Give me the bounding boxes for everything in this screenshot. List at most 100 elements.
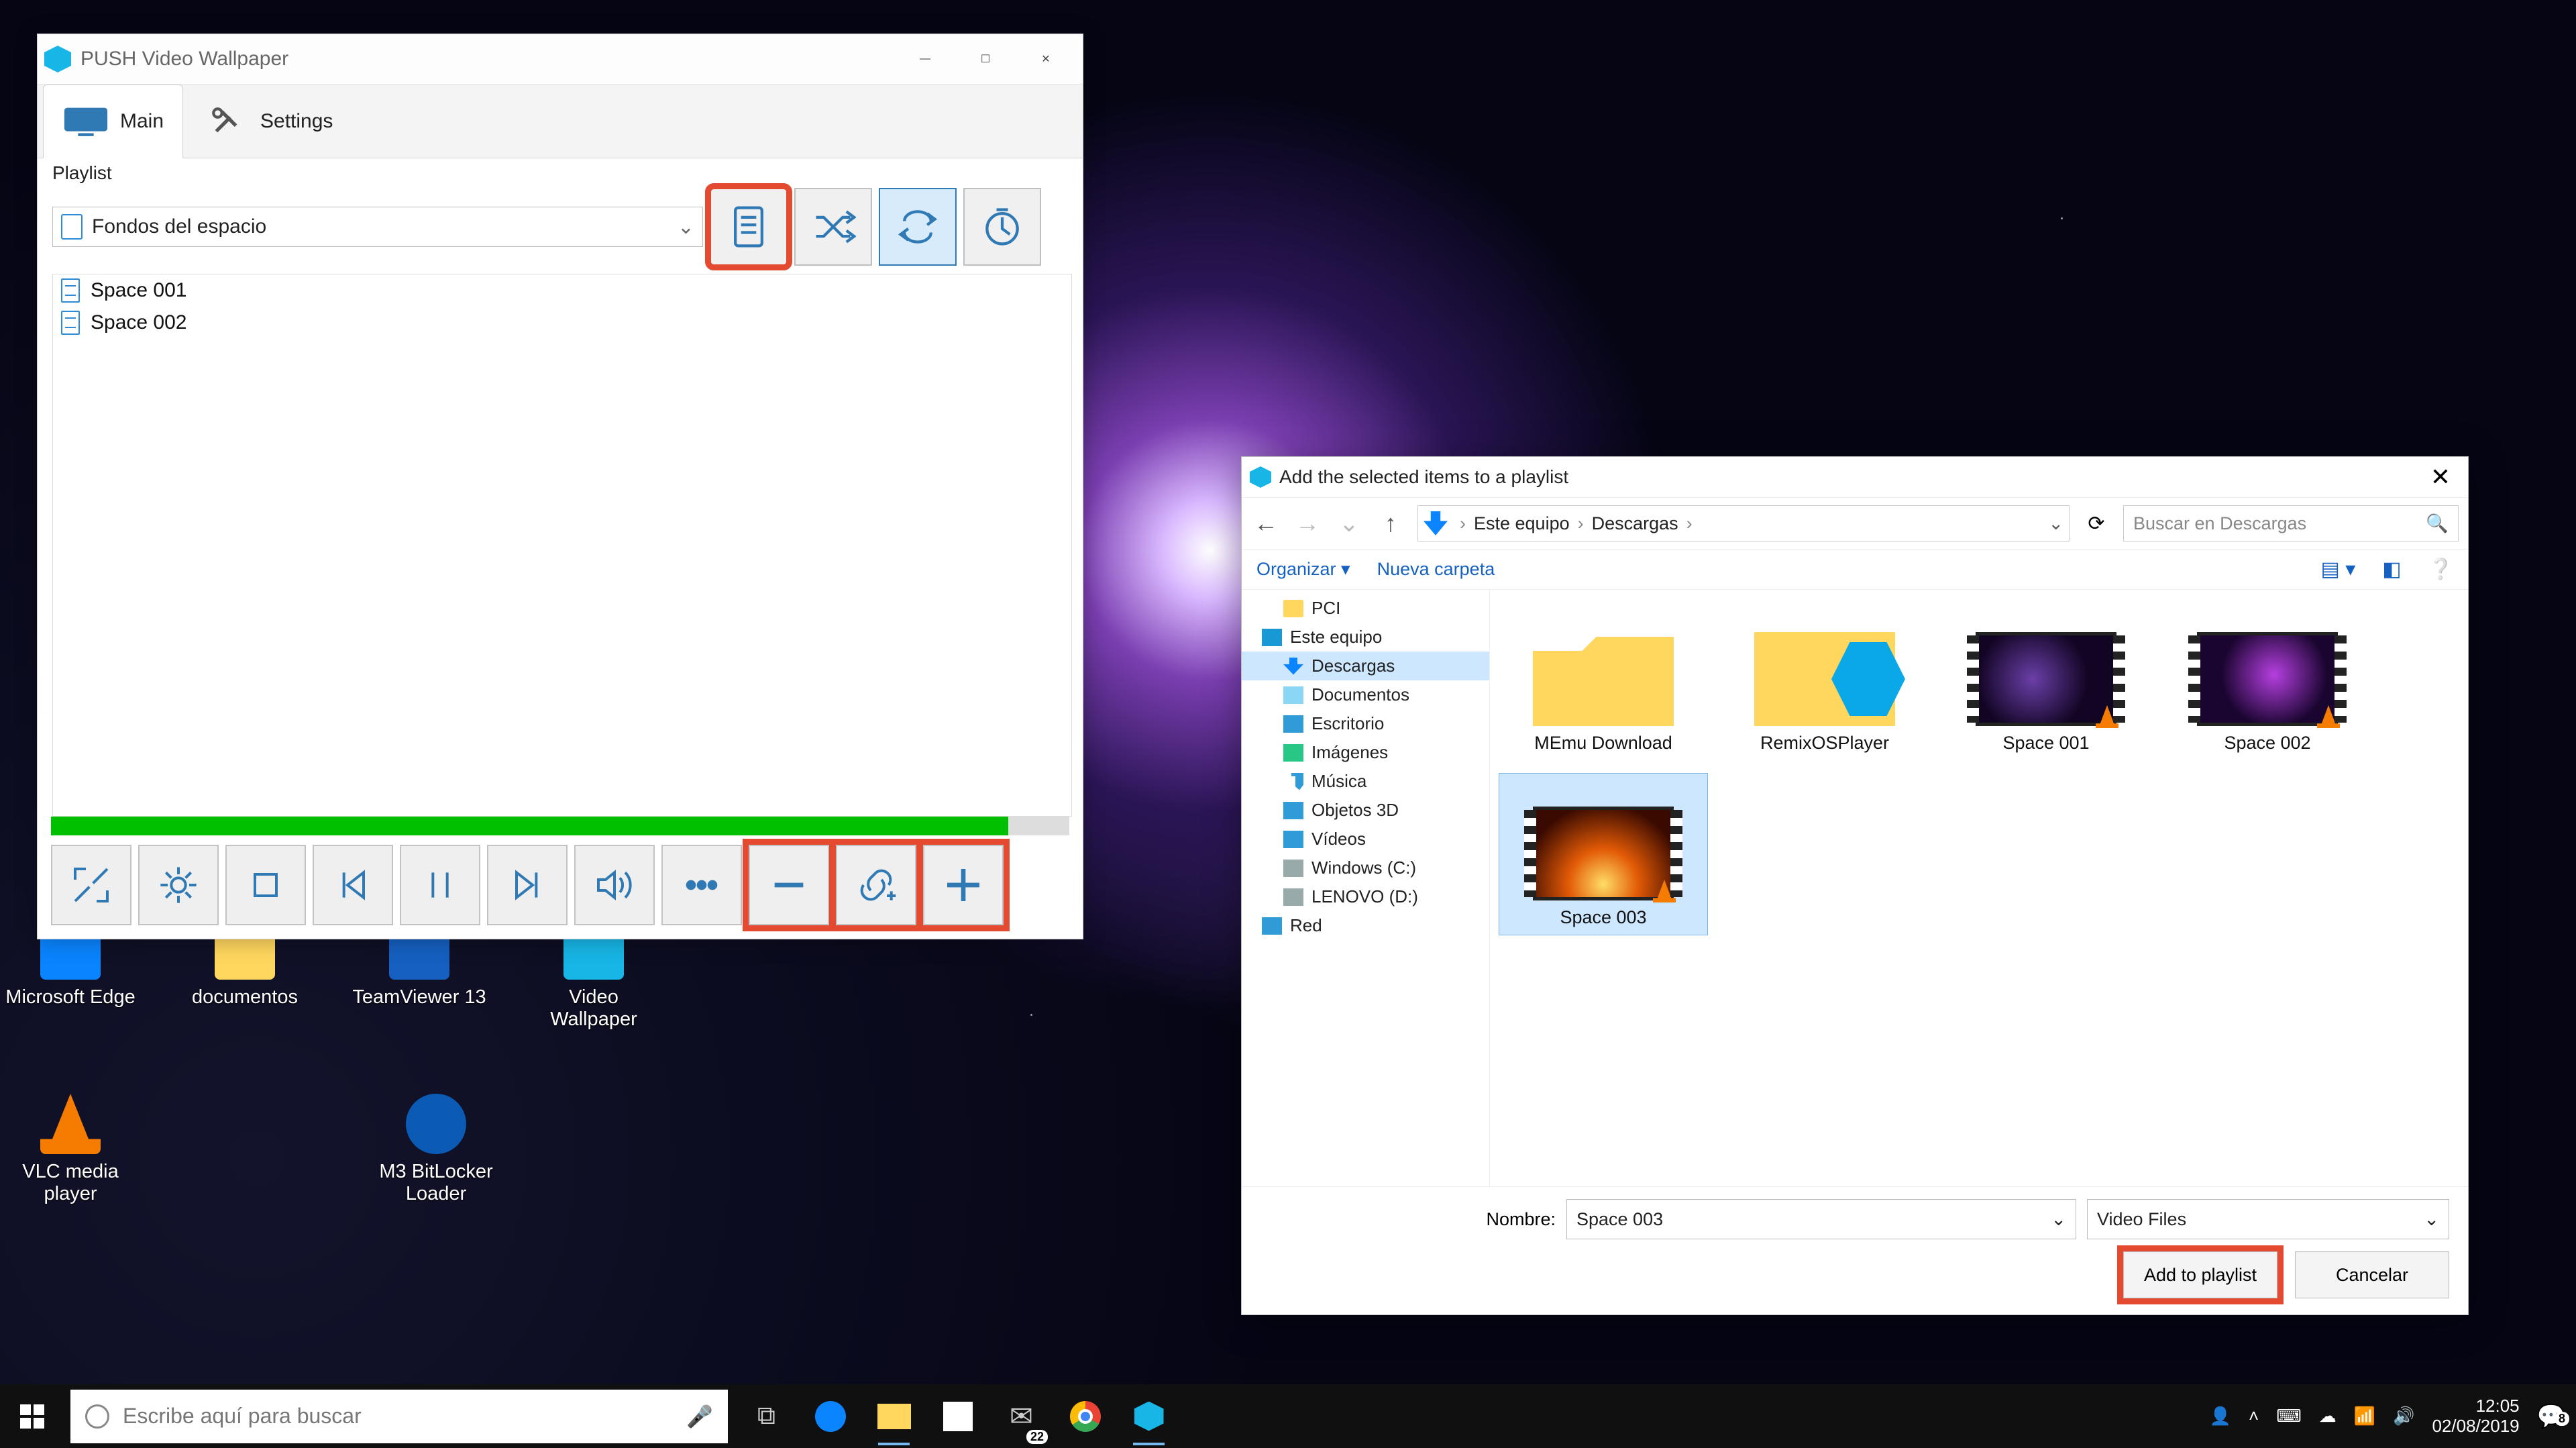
- shuffle-button[interactable]: [794, 188, 872, 266]
- chevron-down-icon: ⌄: [678, 215, 694, 239]
- cancel-button[interactable]: Cancelar: [2295, 1251, 2449, 1298]
- net-icon: [1262, 917, 1282, 935]
- add-file-button[interactable]: [923, 845, 1004, 925]
- up-button[interactable]: ↑: [1376, 509, 1405, 537]
- preview-pane-button[interactable]: ◧: [2382, 558, 2401, 581]
- add-url-button[interactable]: [836, 845, 916, 925]
- close-button[interactable]: ✕: [1016, 41, 1076, 78]
- help-button[interactable]: ❔: [2428, 558, 2453, 581]
- tray-people-icon[interactable]: 👤: [2210, 1406, 2231, 1427]
- search-input[interactable]: Buscar en Descargas 🔍: [2123, 505, 2459, 541]
- more-button[interactable]: [661, 845, 742, 925]
- tree-node[interactable]: Red: [1242, 911, 1489, 940]
- taskbar-clock[interactable]: 12:05 02/08/2019: [2432, 1396, 2520, 1437]
- file-item[interactable]: RemixOSPlayer: [1721, 599, 1929, 760]
- folder-tree[interactable]: PCIEste equipoDescargasDocumentosEscrito…: [1242, 590, 1490, 1186]
- playlist-manage-button[interactable]: [710, 188, 788, 266]
- tree-node[interactable]: Imágenes: [1242, 738, 1489, 767]
- list-item[interactable]: Space 002: [53, 307, 1071, 339]
- tools-icon: [203, 105, 250, 138]
- mic-icon[interactable]: 🎤: [686, 1404, 713, 1429]
- maximize-button[interactable]: ☐: [955, 41, 1016, 78]
- taskbar-edge[interactable]: [798, 1384, 862, 1448]
- new-folder-button[interactable]: Nueva carpeta: [1377, 559, 1495, 580]
- view-mode-button[interactable]: ▤ ▾: [2321, 558, 2356, 581]
- timer-button[interactable]: [963, 188, 1041, 266]
- add-to-playlist-button[interactable]: Add to playlist: [2123, 1251, 2277, 1298]
- tray-volume-icon[interactable]: 🔊: [2393, 1406, 2414, 1427]
- file-grid[interactable]: MEmu DownloadRemixOSPlayerSpace 001Space…: [1490, 590, 2468, 1186]
- video-thumbnail: [1976, 632, 2116, 726]
- repeat-button[interactable]: [879, 188, 957, 266]
- tray-keyboard-icon[interactable]: ⌨: [2276, 1406, 2302, 1427]
- tree-node[interactable]: Descargas: [1242, 652, 1489, 680]
- tab-settings[interactable]: Settings: [183, 85, 352, 158]
- dialog-titlebar[interactable]: Add the selected items to a playlist ✕: [1242, 457, 2468, 497]
- filename-label: Nombre:: [1260, 1209, 1556, 1230]
- close-button[interactable]: ✕: [2421, 463, 2460, 491]
- fullscreen-button[interactable]: [51, 845, 131, 925]
- settings-button[interactable]: [138, 845, 219, 925]
- desktop-icon-m3bitlocker[interactable]: M3 BitLocker Loader: [349, 1094, 523, 1205]
- track-list[interactable]: Space 001 Space 002: [52, 274, 1072, 817]
- filename-input[interactable]: Space 003⌄: [1566, 1199, 2076, 1239]
- tree-node[interactable]: Objetos 3D: [1242, 796, 1489, 825]
- forward-button[interactable]: →: [1293, 509, 1322, 537]
- drv-icon: [1283, 888, 1303, 906]
- next-button[interactable]: [487, 845, 568, 925]
- notifications-button[interactable]: 💬 8: [2537, 1403, 2565, 1430]
- tray-onedrive-icon[interactable]: ☁: [2319, 1406, 2337, 1427]
- chevron-down-icon[interactable]: ⌄: [2048, 513, 2063, 534]
- tree-node[interactable]: Windows (C:): [1242, 854, 1489, 882]
- playlist-icon: [61, 214, 83, 240]
- taskbar-mail[interactable]: ✉22: [989, 1384, 1053, 1448]
- file-item[interactable]: Space 001: [1942, 599, 2150, 760]
- file-item[interactable]: Space 002: [2163, 599, 2371, 760]
- tree-node[interactable]: Vídeos: [1242, 825, 1489, 854]
- expand-icon: [70, 864, 113, 907]
- tree-node[interactable]: PCI: [1242, 594, 1489, 623]
- recent-button[interactable]: ⌄: [1334, 509, 1364, 537]
- video-file-icon: [61, 311, 80, 335]
- playlist-select[interactable]: Fondos del espacio ⌄: [52, 207, 703, 247]
- desktop-icon-vlc[interactable]: VLC media player: [0, 1094, 141, 1205]
- prev-button[interactable]: [313, 845, 393, 925]
- tree-node[interactable]: Documentos: [1242, 680, 1489, 709]
- vlc-icon: [1653, 880, 1676, 902]
- file-item[interactable]: Space 003: [1499, 774, 1707, 935]
- refresh-button[interactable]: ⟳: [2082, 512, 2111, 535]
- pause-button[interactable]: [400, 845, 480, 925]
- tray-expand-icon[interactable]: ˄: [2249, 1406, 2259, 1427]
- taskbar-push[interactable]: [1117, 1384, 1181, 1448]
- back-button[interactable]: ←: [1251, 509, 1281, 537]
- taskbar-explorer[interactable]: [862, 1384, 926, 1448]
- volume-button[interactable]: [574, 845, 655, 925]
- stop-button[interactable]: [225, 845, 306, 925]
- obj-icon: [1283, 802, 1303, 819]
- taskbar-chrome[interactable]: [1053, 1384, 1117, 1448]
- tab-main[interactable]: Main: [43, 85, 183, 158]
- dialog-toolbar: Organizar ▾ Nueva carpeta ▤ ▾ ◧ ❔: [1242, 550, 2468, 590]
- tray-wifi-icon[interactable]: 📶: [2354, 1406, 2375, 1427]
- folder-icon: [1754, 632, 1895, 726]
- organize-menu[interactable]: Organizar ▾: [1256, 559, 1350, 580]
- list-item[interactable]: Space 001: [53, 274, 1071, 307]
- chevron-down-icon: ⌄: [2051, 1209, 2066, 1230]
- tree-node[interactable]: LENOVO (D:): [1242, 882, 1489, 911]
- taskbar-search[interactable]: Escribe aquí para buscar 🎤: [70, 1390, 728, 1443]
- img-icon: [1283, 744, 1303, 762]
- filetype-select[interactable]: Video Files⌄: [2087, 1199, 2449, 1239]
- start-button[interactable]: [0, 1384, 64, 1448]
- skip-forward-icon: [506, 864, 549, 907]
- tree-node[interactable]: Este equipo: [1242, 623, 1489, 652]
- file-item[interactable]: MEmu Download: [1499, 599, 1707, 760]
- taskbar-store[interactable]: [926, 1384, 989, 1448]
- titlebar[interactable]: PUSH Video Wallpaper ― ☐ ✕: [38, 34, 1083, 85]
- progress-bar[interactable]: [51, 817, 1069, 835]
- minimize-button[interactable]: ―: [895, 41, 955, 78]
- breadcrumb[interactable]: › Este equipo › Descargas › ⌄: [1417, 505, 2070, 541]
- tree-node[interactable]: Escritorio: [1242, 709, 1489, 738]
- task-view-button[interactable]: ⧉: [735, 1384, 798, 1448]
- tree-node[interactable]: Música: [1242, 767, 1489, 796]
- remove-button[interactable]: [749, 845, 829, 925]
